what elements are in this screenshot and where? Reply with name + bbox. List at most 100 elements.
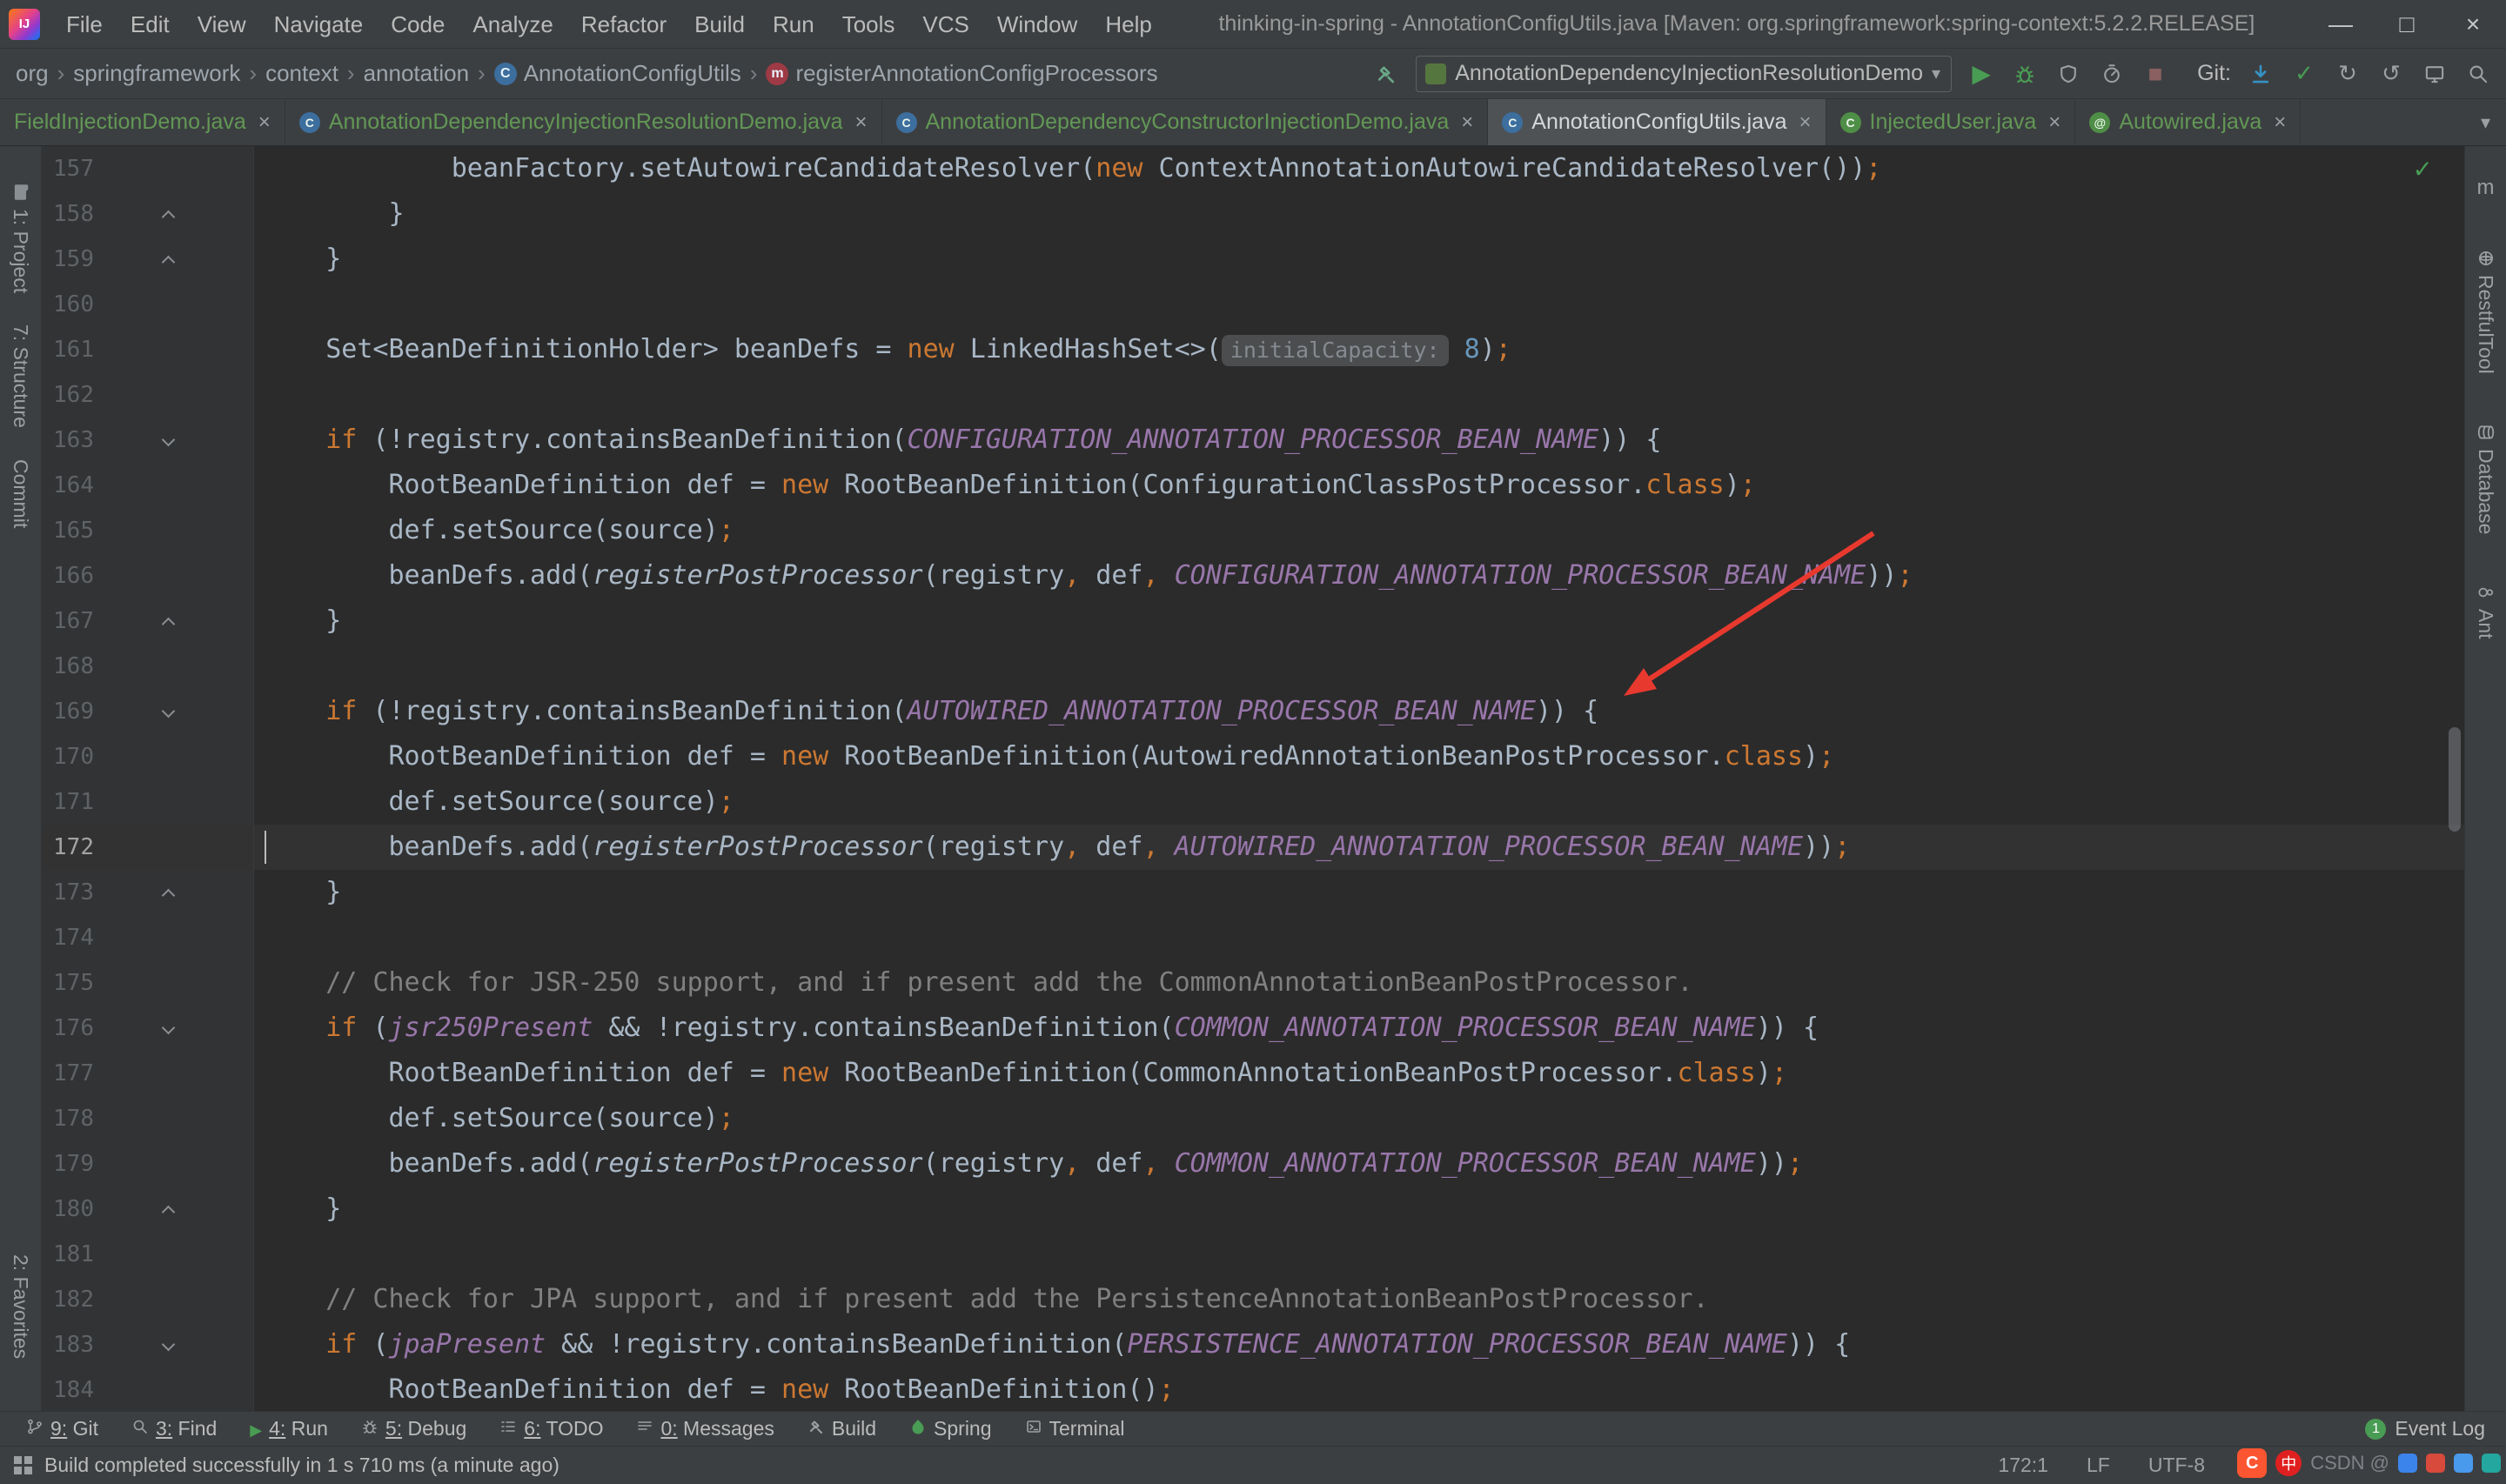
gutter-fold-area[interactable] [94,237,254,282]
menu-refactor[interactable]: Refactor [567,0,680,49]
gutter-fold-area[interactable] [94,191,254,237]
menu-edit[interactable]: Edit [117,0,184,49]
minimize-button[interactable]: — [2308,0,2374,49]
line-separator[interactable]: LF [2087,1454,2110,1477]
fold-expand-icon[interactable] [162,1338,176,1352]
editor-line[interactable]: 181 [42,1232,2464,1277]
editor-line[interactable]: 158 } [42,191,2464,237]
run-button[interactable]: ▶ [1967,59,1995,88]
breadcrumb-item[interactable]: context [265,60,338,87]
menu-code[interactable]: Code [377,0,459,49]
editor-line[interactable]: 167 } [42,598,2464,644]
menu-run[interactable]: Run [759,0,828,49]
toolwindow-button-messages[interactable]: 0: Messages [622,1412,787,1446]
gutter-fold-area[interactable] [94,1187,254,1232]
menu-build[interactable]: Build [680,0,759,49]
fold-expand-icon[interactable] [162,433,176,447]
editor-tab[interactable]: CAnnotationDependencyInjectionResolution… [285,99,882,145]
cursor-position[interactable]: 172:1 [1998,1454,2048,1477]
toolwindow-button-debug[interactable]: 5: Debug [347,1412,480,1446]
tool-window-switcher-icon[interactable] [14,1456,32,1474]
editor-line[interactable]: 170 RootBeanDefinition def = new RootBea… [42,734,2464,779]
gutter-fold-area[interactable] [94,598,254,644]
history-button[interactable]: ↻ [2334,60,2362,87]
toolwindow-button-find[interactable]: 3: Find [117,1412,231,1446]
rollback-button[interactable]: ↺ [2377,60,2405,87]
tab-close-icon[interactable]: × [1799,110,1812,135]
tool-favorites[interactable]: 2: Favorites [9,1254,32,1359]
editor-line[interactable]: 171 def.setSource(source); [42,779,2464,825]
editor-line[interactable]: 178 def.setSource(source); [42,1096,2464,1141]
file-encoding[interactable]: UTF-8 [2148,1454,2205,1477]
tool-database[interactable]: Database [2474,423,2497,534]
run-config-selector[interactable]: AnnotationDependencyInjectionResolutionD… [1416,56,1952,92]
editor-line[interactable]: 183 if (jpaPresent && !registry.contains… [42,1322,2464,1367]
editor-line[interactable]: 169 if (!registry.containsBeanDefinition… [42,689,2464,734]
menu-window[interactable]: Window [983,0,1091,49]
gutter-fold-area[interactable] [94,418,254,463]
profiler-button[interactable] [2098,60,2126,88]
toolwindow-button-git[interactable]: 9: Git [12,1412,112,1446]
tab-close-icon[interactable]: × [2048,110,2060,135]
menu-file[interactable]: File [52,0,117,49]
build-hammer-icon[interactable] [1372,60,1400,88]
fold-collapse-icon[interactable] [162,256,176,270]
editor-line[interactable]: 182 // Check for JPA support, and if pre… [42,1277,2464,1322]
menu-navigate[interactable]: Navigate [260,0,378,49]
tool-maven[interactable]: m [2477,176,2495,200]
menu-view[interactable]: View [184,0,260,49]
breadcrumb-item[interactable]: mregisterAnnotationConfigProcessors [766,60,1157,87]
tool-project[interactable]: 1: Project [9,183,32,293]
tab-close-icon[interactable]: × [2274,110,2286,135]
editor-line[interactable]: 159 } [42,237,2464,282]
editor-tab[interactable]: FieldInjectionDemo.java× [0,99,285,145]
editor-tab[interactable]: CAnnotationConfigUtils.java× [1488,99,1826,145]
gutter-fold-area[interactable] [94,1322,254,1367]
toolwindow-button-terminal[interactable]: Terminal [1011,1412,1139,1446]
toolwindow-button-spring[interactable]: Spring [895,1412,1005,1446]
monitor-icon[interactable] [2421,60,2449,88]
editor-line[interactable]: 162 [42,372,2464,418]
editor-line[interactable]: 176 if (jsr250Present && !registry.conta… [42,1006,2464,1051]
maximize-button[interactable]: □ [2374,0,2440,49]
toolwindow-button-build[interactable]: Build [794,1412,890,1446]
editor-scrollbar[interactable] [2449,727,2461,832]
editor-line[interactable]: 180 } [42,1187,2464,1232]
editor-line[interactable]: 160 [42,282,2464,327]
tool-restfultool[interactable]: RestfulTool [2474,249,2497,374]
editor-line[interactable]: 168 [42,644,2464,689]
fold-expand-icon[interactable] [162,1021,176,1035]
debug-button[interactable] [2011,60,2039,88]
toolwindow-button-run[interactable]: ▶4: Run [236,1412,342,1446]
editor-line[interactable]: 163 if (!registry.containsBeanDefinition… [42,418,2464,463]
menu-help[interactable]: Help [1091,0,1165,49]
commit-button[interactable]: ✓ [2290,60,2318,87]
toolwindow-button-todo[interactable]: 6: TODO [486,1412,617,1446]
search-everywhere-button[interactable] [2464,60,2492,88]
editor-tab[interactable]: CInjectedUser.java× [1826,99,2076,145]
editor-line[interactable]: 166 beanDefs.add(registerPostProcessor(r… [42,553,2464,598]
gutter-fold-area[interactable] [94,870,254,915]
breadcrumb-item[interactable]: org [16,60,49,87]
menu-analyze[interactable]: Analyze [459,0,567,49]
editor-line[interactable]: 175 // Check for JSR-250 support, and if… [42,960,2464,1006]
editor-line[interactable]: 164 RootBeanDefinition def = new RootBea… [42,463,2464,508]
tab-overflow-chevron-icon[interactable]: ▾ [2465,99,2506,145]
editor-line[interactable]: 177 RootBeanDefinition def = new RootBea… [42,1051,2464,1096]
editor-line[interactable]: 179 beanDefs.add(registerPostProcessor(r… [42,1141,2464,1187]
editor-line[interactable]: 172 beanDefs.add(registerPostProcessor(r… [42,825,2464,870]
editor-tab[interactable]: CAnnotationDependencyConstructorInjectio… [882,99,1489,145]
editor-line[interactable]: 157 beanFactory.setAutowireCandidateReso… [42,146,2464,191]
editor-line[interactable]: 173 } [42,870,2464,915]
editor-line[interactable]: 174 [42,915,2464,960]
breadcrumb-item[interactable]: springframework [73,60,240,87]
tab-close-icon[interactable]: × [258,110,271,135]
breadcrumb-item[interactable]: annotation [364,60,469,87]
close-button[interactable]: × [2440,0,2506,49]
menu-vcs[interactable]: VCS [908,0,982,49]
tab-close-icon[interactable]: × [1461,110,1473,135]
breadcrumb-item[interactable]: CAnnotationConfigUtils [494,60,741,87]
gutter-fold-area[interactable] [94,1006,254,1051]
editor-tab[interactable]: @Autowired.java× [2075,99,2301,145]
code-editor[interactable]: 157 beanFactory.setAutowireCandidateReso… [42,146,2464,1411]
